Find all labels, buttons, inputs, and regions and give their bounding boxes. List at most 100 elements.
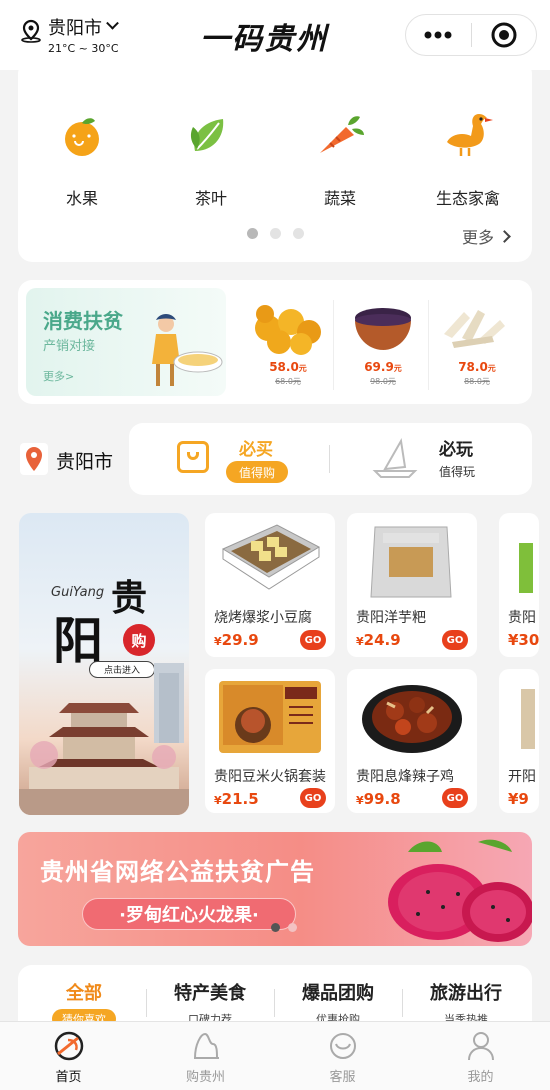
product-name: 贵阳息烽辣子鸡 bbox=[356, 769, 454, 785]
local-city[interactable]: 贵阳市 bbox=[56, 447, 113, 474]
goose-icon[interactable] bbox=[439, 110, 497, 158]
profile-icon bbox=[467, 1032, 494, 1061]
pager-dot bbox=[270, 228, 281, 239]
tabbar-service[interactable]: 客服 bbox=[274, 1022, 411, 1090]
product-image-partial bbox=[521, 689, 535, 749]
poverty-item-price: 78.0元 bbox=[458, 360, 496, 374]
category-label-fruit[interactable]: 水果 bbox=[50, 185, 114, 209]
banner-char-gui: 贵 bbox=[111, 577, 148, 619]
tab-travel[interactable]: 旅游出行 当季热推 bbox=[414, 979, 518, 1027]
tab-group-buy[interactable]: 爆品团购 优惠抢购 bbox=[286, 979, 390, 1027]
product-card-partial[interactable]: 开阳 ¥9 bbox=[499, 669, 539, 813]
dried-mushroom-image bbox=[444, 310, 505, 348]
must-buy-tag[interactable]: 值得购 bbox=[226, 461, 288, 483]
product-image-tofu bbox=[221, 524, 321, 590]
must-play-title[interactable]: 必玩 bbox=[439, 435, 473, 460]
product-price: ¥30 bbox=[508, 631, 539, 649]
category-card: 水果 茶叶 蔬菜 生态家禽 更多 bbox=[18, 60, 532, 262]
tabbar-label: 首页 bbox=[55, 1070, 82, 1085]
tab-label: 爆品团购 bbox=[302, 983, 374, 1004]
pager-dot bbox=[293, 228, 304, 239]
orange-pile-image bbox=[255, 305, 321, 355]
category-pager bbox=[247, 228, 304, 239]
go-button[interactable]: GO bbox=[300, 630, 326, 650]
pager-dot-active bbox=[247, 228, 258, 239]
poverty-item-old-price: 88.0元 bbox=[464, 377, 490, 386]
product-image-spicy-chicken bbox=[362, 685, 462, 753]
shopping-bag-icon bbox=[177, 441, 209, 473]
product-image-potato-cake bbox=[370, 526, 452, 598]
product-card-partial[interactable]: 贵阳 ¥30 bbox=[499, 513, 539, 657]
product-price: ¥21.5 bbox=[214, 790, 259, 808]
product-card[interactable]: 贵阳豆米火锅套装 ¥21.5 GO bbox=[205, 669, 335, 813]
tabbar-label: 购贵州 bbox=[185, 1070, 225, 1085]
tabbar-shop[interactable]: 购贵州 bbox=[137, 1022, 274, 1090]
ad-banner[interactable]: 贵州省网络公益扶贫广告 ·罗甸红心火龙果· bbox=[18, 832, 532, 946]
must-buy-play-card: 必买 值得购 必玩 值得玩 bbox=[129, 423, 532, 495]
weather-text: 21°C ~ 30°C bbox=[48, 42, 119, 55]
product-name: 烧烤爆浆小豆腐 bbox=[214, 610, 312, 626]
banner-stamp: 购 bbox=[123, 624, 155, 656]
top-bar: 贵阳市 21°C ~ 30°C 一码贵州 bbox=[0, 0, 550, 70]
product-image-hotpot bbox=[219, 681, 321, 753]
tab-label: 旅游出行 bbox=[430, 983, 502, 1004]
ad-title: 贵州省网络公益扶贫广告 bbox=[40, 858, 315, 886]
tabbar-profile[interactable]: 我的 bbox=[411, 1022, 550, 1090]
target-icon[interactable] bbox=[472, 15, 537, 55]
poverty-item[interactable]: 78.0元 88.0元 bbox=[432, 294, 522, 387]
product-price: ¥24.9 bbox=[356, 631, 401, 649]
go-button[interactable]: GO bbox=[442, 788, 468, 808]
more-dots-icon[interactable] bbox=[406, 15, 471, 55]
home-icon bbox=[54, 1031, 83, 1061]
city-selector[interactable]: 贵阳市 bbox=[48, 14, 119, 40]
category-label-veg[interactable]: 蔬菜 bbox=[308, 185, 372, 209]
category-label-tea[interactable]: 茶叶 bbox=[179, 185, 243, 209]
map-pin-icon bbox=[20, 443, 48, 475]
go-button[interactable]: GO bbox=[442, 630, 468, 650]
poverty-item-price: 69.9元 bbox=[364, 360, 402, 374]
poverty-item-old-price: 98.0元 bbox=[370, 377, 396, 386]
poverty-alleviation-card: 消费扶贫 产销对接 更多> 58.0元 68.0元 69.9元 98.0元 78… bbox=[18, 280, 532, 404]
rice-bowl-image bbox=[355, 308, 411, 350]
tea-leaf-icon[interactable] bbox=[183, 113, 241, 157]
tabbar-home[interactable]: 首页 bbox=[0, 1022, 137, 1090]
product-card[interactable]: 贵阳息烽辣子鸡 ¥99.8 GO bbox=[347, 669, 477, 813]
product-price: ¥99.8 bbox=[356, 790, 401, 808]
chevron-down-icon bbox=[106, 16, 119, 30]
product-name: 开阳 bbox=[508, 769, 536, 785]
bottom-tab-bar: 首页 购贵州 客服 我的 bbox=[0, 1021, 550, 1090]
pavilion-illustration bbox=[19, 663, 189, 815]
sailboat-icon bbox=[371, 437, 419, 481]
poverty-item[interactable]: 69.9元 98.0元 bbox=[338, 294, 428, 387]
more-link[interactable]: 更多 bbox=[462, 224, 511, 248]
ad-subtitle: ·罗甸红心火龙果· bbox=[82, 898, 296, 930]
banner-en-title: GuiYang bbox=[51, 585, 105, 600]
orange-icon[interactable] bbox=[53, 115, 111, 156]
pager-dot bbox=[288, 923, 297, 932]
product-card[interactable]: 烧烤爆浆小豆腐 ¥29.9 GO bbox=[205, 513, 335, 657]
poverty-title: 消费扶贫 bbox=[43, 309, 123, 333]
poverty-item-old-price: 68.0元 bbox=[275, 377, 301, 386]
tab-specialty-food[interactable]: 特产美食 口碑力荐 bbox=[158, 979, 262, 1027]
guiyang-banner[interactable]: GuiYang 贵 阳 购 点击进入 bbox=[19, 513, 189, 815]
product-price: ¥9 bbox=[508, 790, 529, 808]
must-buy-title[interactable]: 必买 bbox=[239, 435, 273, 460]
tabbar-label: 我的 bbox=[467, 1070, 494, 1085]
tabbar-label: 客服 bbox=[329, 1070, 356, 1085]
ad-pager bbox=[271, 923, 297, 932]
location-icon[interactable] bbox=[20, 19, 42, 43]
product-card[interactable]: 贵阳洋芋粑 ¥24.9 GO bbox=[347, 513, 477, 657]
poverty-more-link[interactable]: 更多> bbox=[43, 368, 74, 384]
shop-icon bbox=[193, 1032, 219, 1059]
must-play-tag[interactable]: 值得玩 bbox=[439, 463, 475, 480]
product-name: 贵阳豆米火锅套装 bbox=[214, 769, 326, 785]
service-icon bbox=[329, 1033, 356, 1059]
product-name: 贵阳洋芋粑 bbox=[356, 610, 426, 626]
category-label-poultry[interactable]: 生态家禽 bbox=[420, 185, 516, 209]
carrot-icon[interactable] bbox=[312, 113, 370, 157]
product-price: ¥29.9 bbox=[214, 631, 259, 649]
poverty-item[interactable]: 58.0元 68.0元 bbox=[243, 294, 333, 387]
poverty-banner[interactable]: 消费扶贫 产销对接 更多> bbox=[26, 288, 226, 396]
go-button[interactable]: GO bbox=[300, 788, 326, 808]
app-logo: 一码贵州 bbox=[200, 22, 328, 57]
